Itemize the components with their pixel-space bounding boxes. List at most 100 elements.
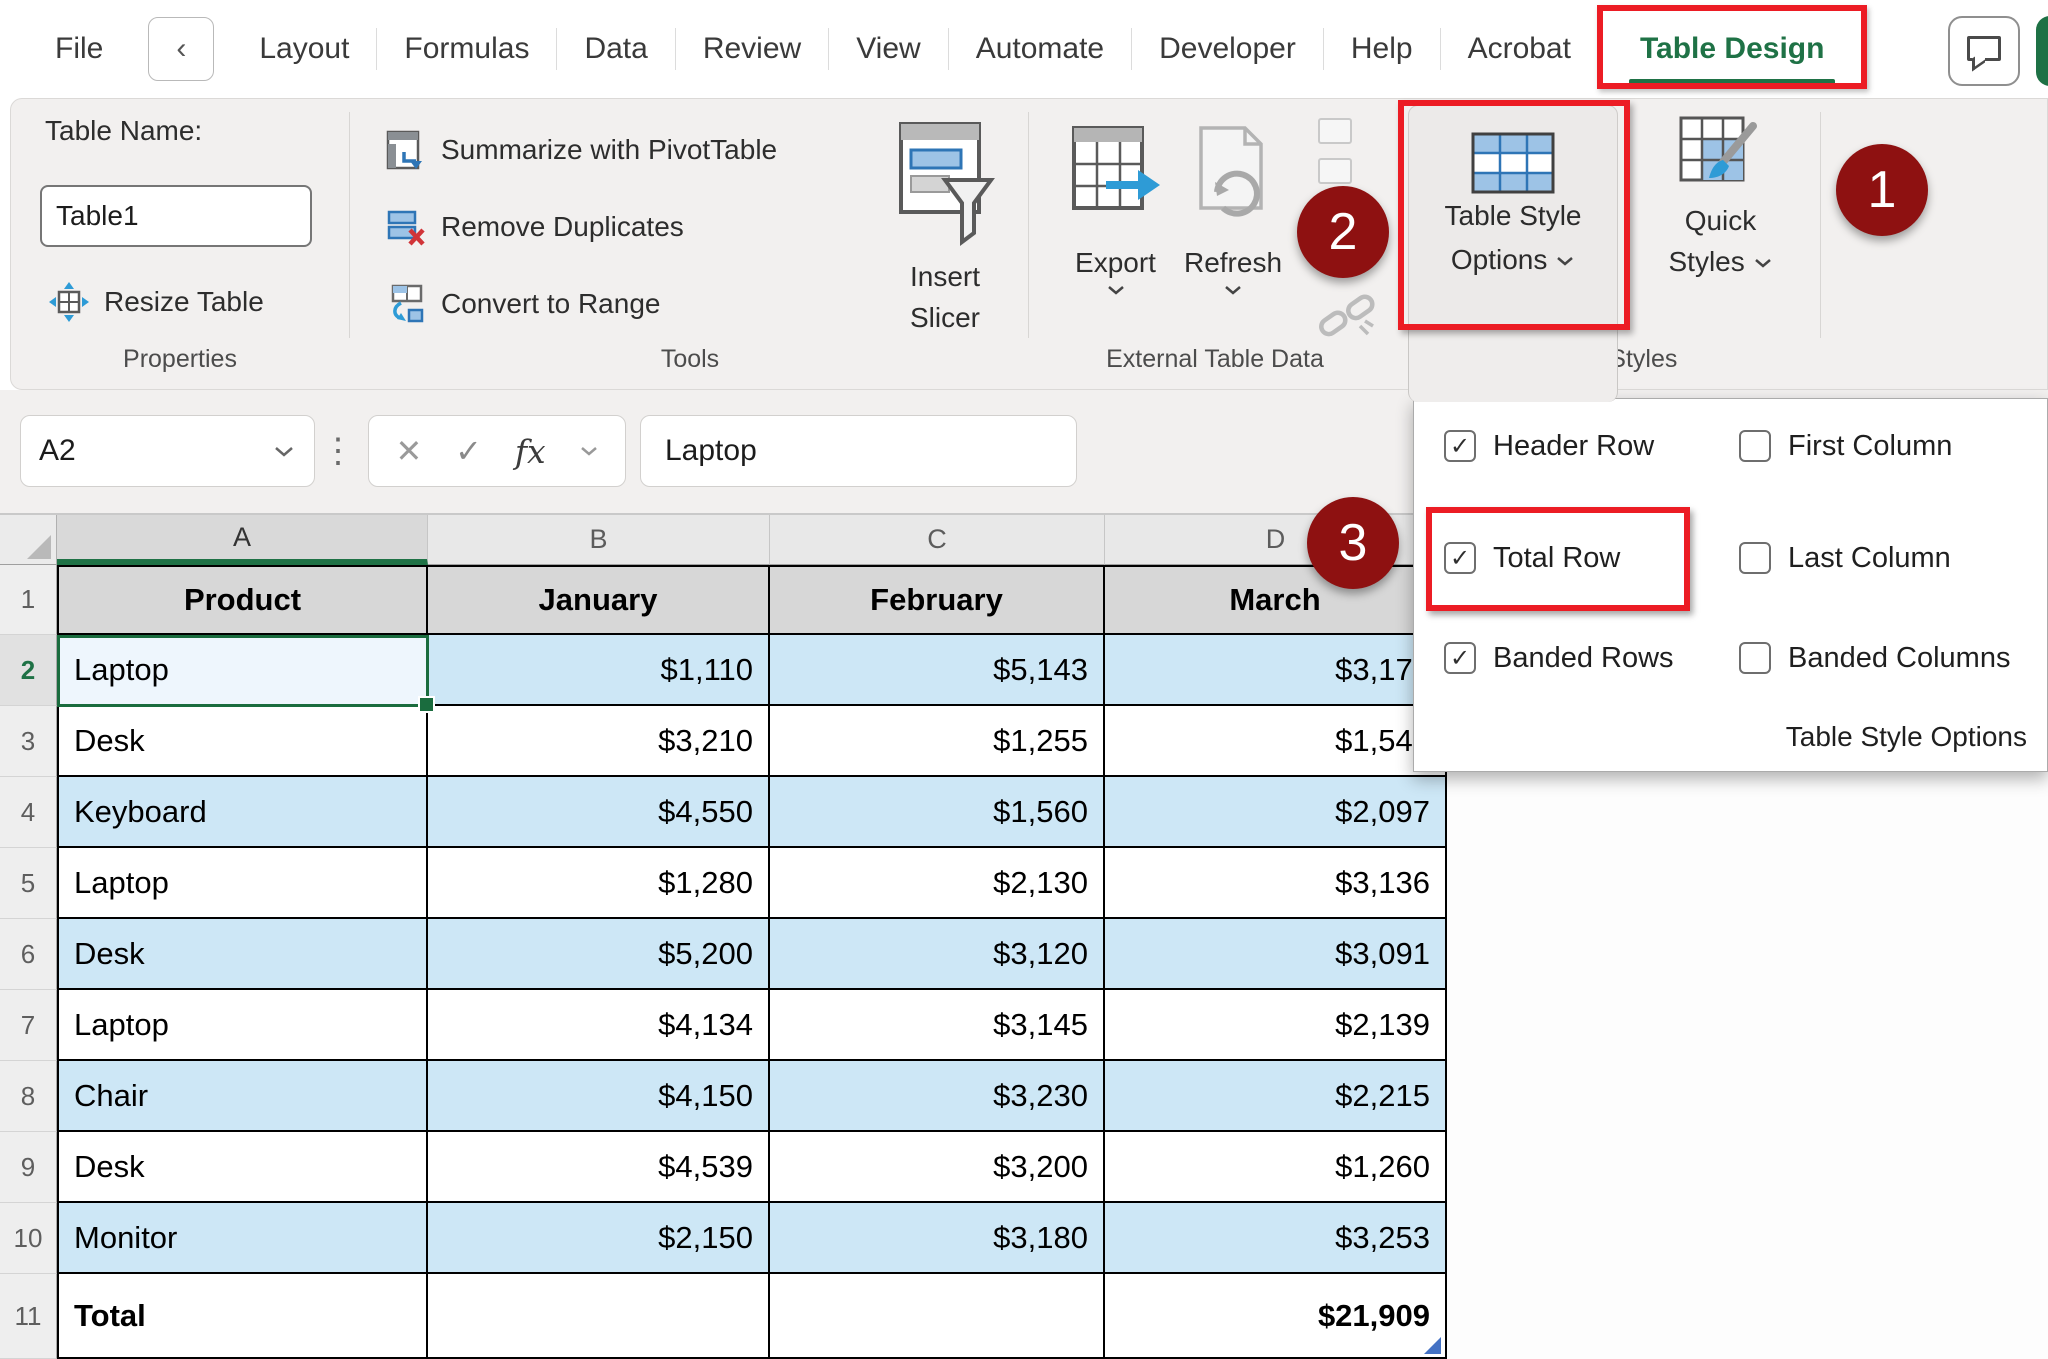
cell-D10[interactable]: $3,253 [1105, 1203, 1447, 1274]
cell-B6[interactable]: $5,200 [428, 919, 770, 990]
row-header-5[interactable]: 5 [0, 848, 57, 919]
insert-slicer-button[interactable]: Insert Slicer [865, 118, 1025, 338]
checkbox-banded-rows[interactable] [1444, 642, 1476, 674]
formula-input[interactable]: Laptop [640, 415, 1077, 487]
table-resize-handle[interactable] [1424, 1337, 1441, 1354]
cell-B11[interactable] [428, 1274, 770, 1359]
unlink-icon[interactable] [1316, 286, 1378, 348]
cell-B2[interactable]: $1,110 [428, 635, 770, 706]
cell-A9[interactable]: Desk [57, 1132, 428, 1203]
active-cell-selection[interactable] [57, 635, 429, 707]
tab-formulas[interactable]: Formulas [377, 0, 556, 98]
cell-D3[interactable]: $1,543 [1105, 706, 1447, 777]
menu-item-header-row[interactable]: Header Row [1444, 411, 1654, 481]
menu-item-banded-rows[interactable]: Banded Rows [1444, 623, 1674, 693]
name-box[interactable]: A2 [20, 415, 315, 487]
cell-A1[interactable]: Product [57, 565, 428, 635]
cell-D7[interactable]: $2,139 [1105, 990, 1447, 1061]
account-avatar[interactable] [2036, 16, 2048, 86]
table-name-input[interactable]: Table1 [40, 185, 312, 247]
row-header-4[interactable]: 4 [0, 777, 57, 848]
remove-duplicates-button[interactable]: Remove Duplicates [385, 203, 684, 251]
select-all-button[interactable] [0, 515, 57, 565]
row-header-11[interactable]: 11 [0, 1274, 57, 1359]
tab-view[interactable]: View [829, 0, 947, 98]
cell-D11[interactable]: $21,909 [1105, 1274, 1447, 1359]
cell-D4[interactable]: $2,097 [1105, 777, 1447, 848]
cell-C7[interactable]: $3,145 [770, 990, 1105, 1061]
cell-A4[interactable]: Keyboard [57, 777, 428, 848]
table-properties-icon[interactable] [1318, 118, 1352, 144]
tab-review[interactable]: Review [676, 0, 828, 98]
cell-D6[interactable]: $3,091 [1105, 919, 1447, 990]
tab-file[interactable]: File [28, 0, 130, 98]
menu-item-first-column[interactable]: First Column [1739, 411, 1952, 481]
checkbox-total-row[interactable] [1444, 542, 1476, 574]
summarize-pivottable-button[interactable]: Summarize with PivotTable [385, 126, 777, 174]
quick-styles-button[interactable]: Quick Styles [1628, 114, 1813, 282]
cancel-button[interactable]: ✕ [395, 432, 422, 470]
tab-acrobat[interactable]: Acrobat [1441, 0, 1598, 98]
cell-D1[interactable]: March [1105, 565, 1447, 635]
cell-C1[interactable]: February [770, 565, 1105, 635]
cell-C10[interactable]: $3,180 [770, 1203, 1105, 1274]
cell-B4[interactable]: $4,550 [428, 777, 770, 848]
cell-B7[interactable]: $4,134 [428, 990, 770, 1061]
tab-table-design[interactable]: Table Design [1613, 0, 1851, 98]
row-header-6[interactable]: 6 [0, 919, 57, 990]
menu-item-last-column[interactable]: Last Column [1739, 523, 1951, 593]
row-header-2[interactable]: 2 [0, 635, 57, 706]
cell-C4[interactable]: $1,560 [770, 777, 1105, 848]
tab-layout[interactable]: Layout [232, 0, 376, 98]
cell-D9[interactable]: $1,260 [1105, 1132, 1447, 1203]
cell-A10[interactable]: Monitor [57, 1203, 428, 1274]
cell-B8[interactable]: $4,150 [428, 1061, 770, 1132]
menu-item-banded-columns[interactable]: Banded Columns [1739, 623, 2010, 693]
row-header-10[interactable]: 10 [0, 1203, 57, 1274]
cell-A6[interactable]: Desk [57, 919, 428, 990]
column-header-C[interactable]: C [770, 515, 1105, 565]
cell-D2[interactable]: $3,175 [1105, 635, 1447, 706]
cell-B9[interactable]: $4,539 [428, 1132, 770, 1203]
cell-A8[interactable]: Chair [57, 1061, 428, 1132]
cell-C6[interactable]: $3,120 [770, 919, 1105, 990]
row-header-9[interactable]: 9 [0, 1132, 57, 1203]
comments-button[interactable] [1948, 16, 2020, 86]
cell-C3[interactable]: $1,255 [770, 706, 1105, 777]
tab-developer[interactable]: Developer [1132, 0, 1323, 98]
cell-B5[interactable]: $1,280 [428, 848, 770, 919]
resize-table-button[interactable]: Resize Table [48, 278, 264, 326]
row-header-7[interactable]: 7 [0, 990, 57, 1061]
tab-help[interactable]: Help [1324, 0, 1440, 98]
column-header-A[interactable]: A [57, 515, 428, 565]
cell-C5[interactable]: $2,130 [770, 848, 1105, 919]
row-header-1[interactable]: 1 [0, 565, 57, 635]
cell-D5[interactable]: $3,136 [1105, 848, 1447, 919]
cell-A11[interactable]: Total [57, 1274, 428, 1359]
chevron-down-icon[interactable] [579, 445, 599, 458]
cell-B3[interactable]: $3,210 [428, 706, 770, 777]
checkbox-last-column[interactable] [1739, 542, 1771, 574]
cell-C11[interactable] [770, 1274, 1105, 1359]
cell-D8[interactable]: $2,215 [1105, 1061, 1447, 1132]
cell-A5[interactable]: Laptop [57, 848, 428, 919]
cell-A3[interactable]: Desk [57, 706, 428, 777]
cell-C2[interactable]: $5,143 [770, 635, 1105, 706]
cell-B1[interactable]: January [428, 565, 770, 635]
convert-to-range-button[interactable]: Convert to Range [385, 280, 660, 328]
export-button[interactable]: Export [1048, 122, 1183, 297]
row-header-8[interactable]: 8 [0, 1061, 57, 1132]
cell-C8[interactable]: $3,230 [770, 1061, 1105, 1132]
open-in-browser-icon[interactable] [1318, 158, 1352, 184]
ribbon-collapse-button[interactable]: ‹ [148, 17, 214, 81]
checkbox-first-column[interactable] [1739, 430, 1771, 462]
row-header-3[interactable]: 3 [0, 706, 57, 777]
cell-B10[interactable]: $2,150 [428, 1203, 770, 1274]
column-header-B[interactable]: B [428, 515, 770, 565]
insert-function-button[interactable]: fx [515, 432, 546, 471]
tab-data[interactable]: Data [557, 0, 674, 98]
cell-A7[interactable]: Laptop [57, 990, 428, 1061]
menu-item-total-row[interactable]: Total Row [1444, 523, 1620, 593]
enter-button[interactable]: ✓ [455, 432, 482, 470]
tab-automate[interactable]: Automate [949, 0, 1131, 98]
